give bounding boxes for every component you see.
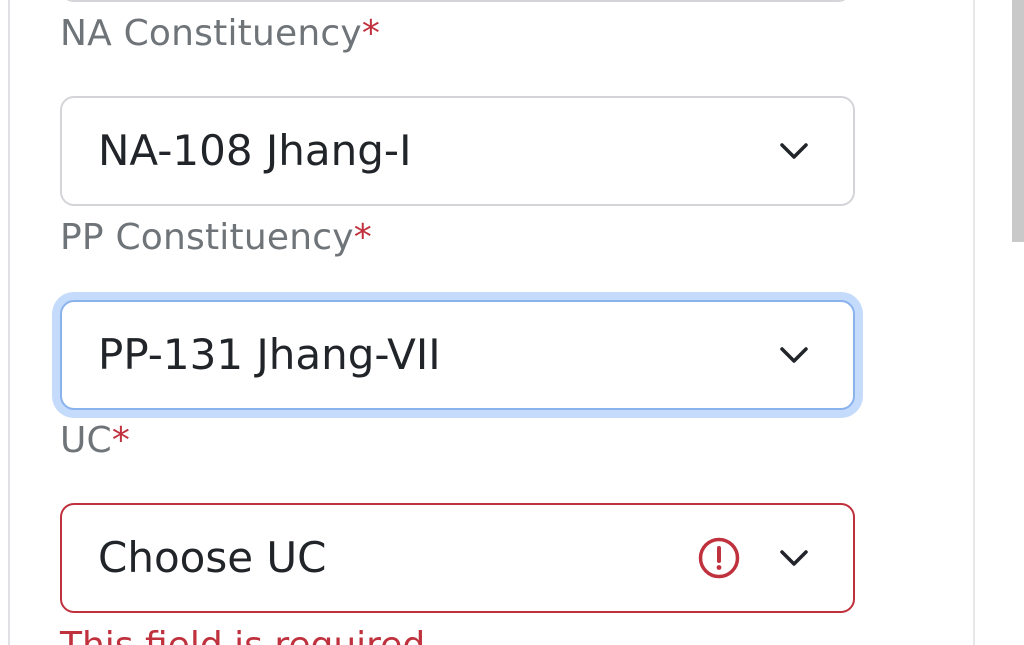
scrollbar-thumb[interactable] bbox=[1012, 0, 1024, 242]
alert-circle-icon bbox=[698, 537, 740, 579]
chevron-down-icon bbox=[780, 347, 808, 363]
previous-select-field[interactable] bbox=[60, 0, 852, 2]
pp-constituency-label: PP Constituency* bbox=[60, 220, 372, 256]
chevron-down-icon bbox=[780, 143, 808, 159]
required-marker: * bbox=[111, 420, 131, 461]
pp-constituency-label-text: PP Constituency bbox=[60, 217, 354, 258]
form-page: NA Constituency* NA-108 Jhang-I PP Const… bbox=[0, 0, 1024, 645]
card-right-border bbox=[973, 0, 975, 645]
na-constituency-label-text: NA Constituency bbox=[60, 13, 362, 54]
required-marker: * bbox=[353, 217, 372, 258]
uc-label: UC* bbox=[60, 423, 130, 459]
uc-value: Choose UC bbox=[98, 533, 327, 582]
card-left-border bbox=[8, 0, 10, 645]
na-constituency-select[interactable]: NA-108 Jhang-I bbox=[60, 96, 855, 206]
chevron-down-icon bbox=[780, 550, 808, 566]
uc-error-message: This field is required. bbox=[60, 628, 437, 645]
na-constituency-value: NA-108 Jhang-I bbox=[98, 126, 412, 175]
pp-constituency-value: PP-131 Jhang-VII bbox=[98, 330, 441, 379]
required-marker: * bbox=[361, 13, 381, 54]
pp-constituency-select[interactable]: PP-131 Jhang-VII bbox=[60, 300, 855, 410]
uc-label-text: UC bbox=[60, 420, 112, 461]
uc-select[interactable]: Choose UC bbox=[60, 503, 855, 613]
na-constituency-label: NA Constituency* bbox=[60, 16, 380, 52]
